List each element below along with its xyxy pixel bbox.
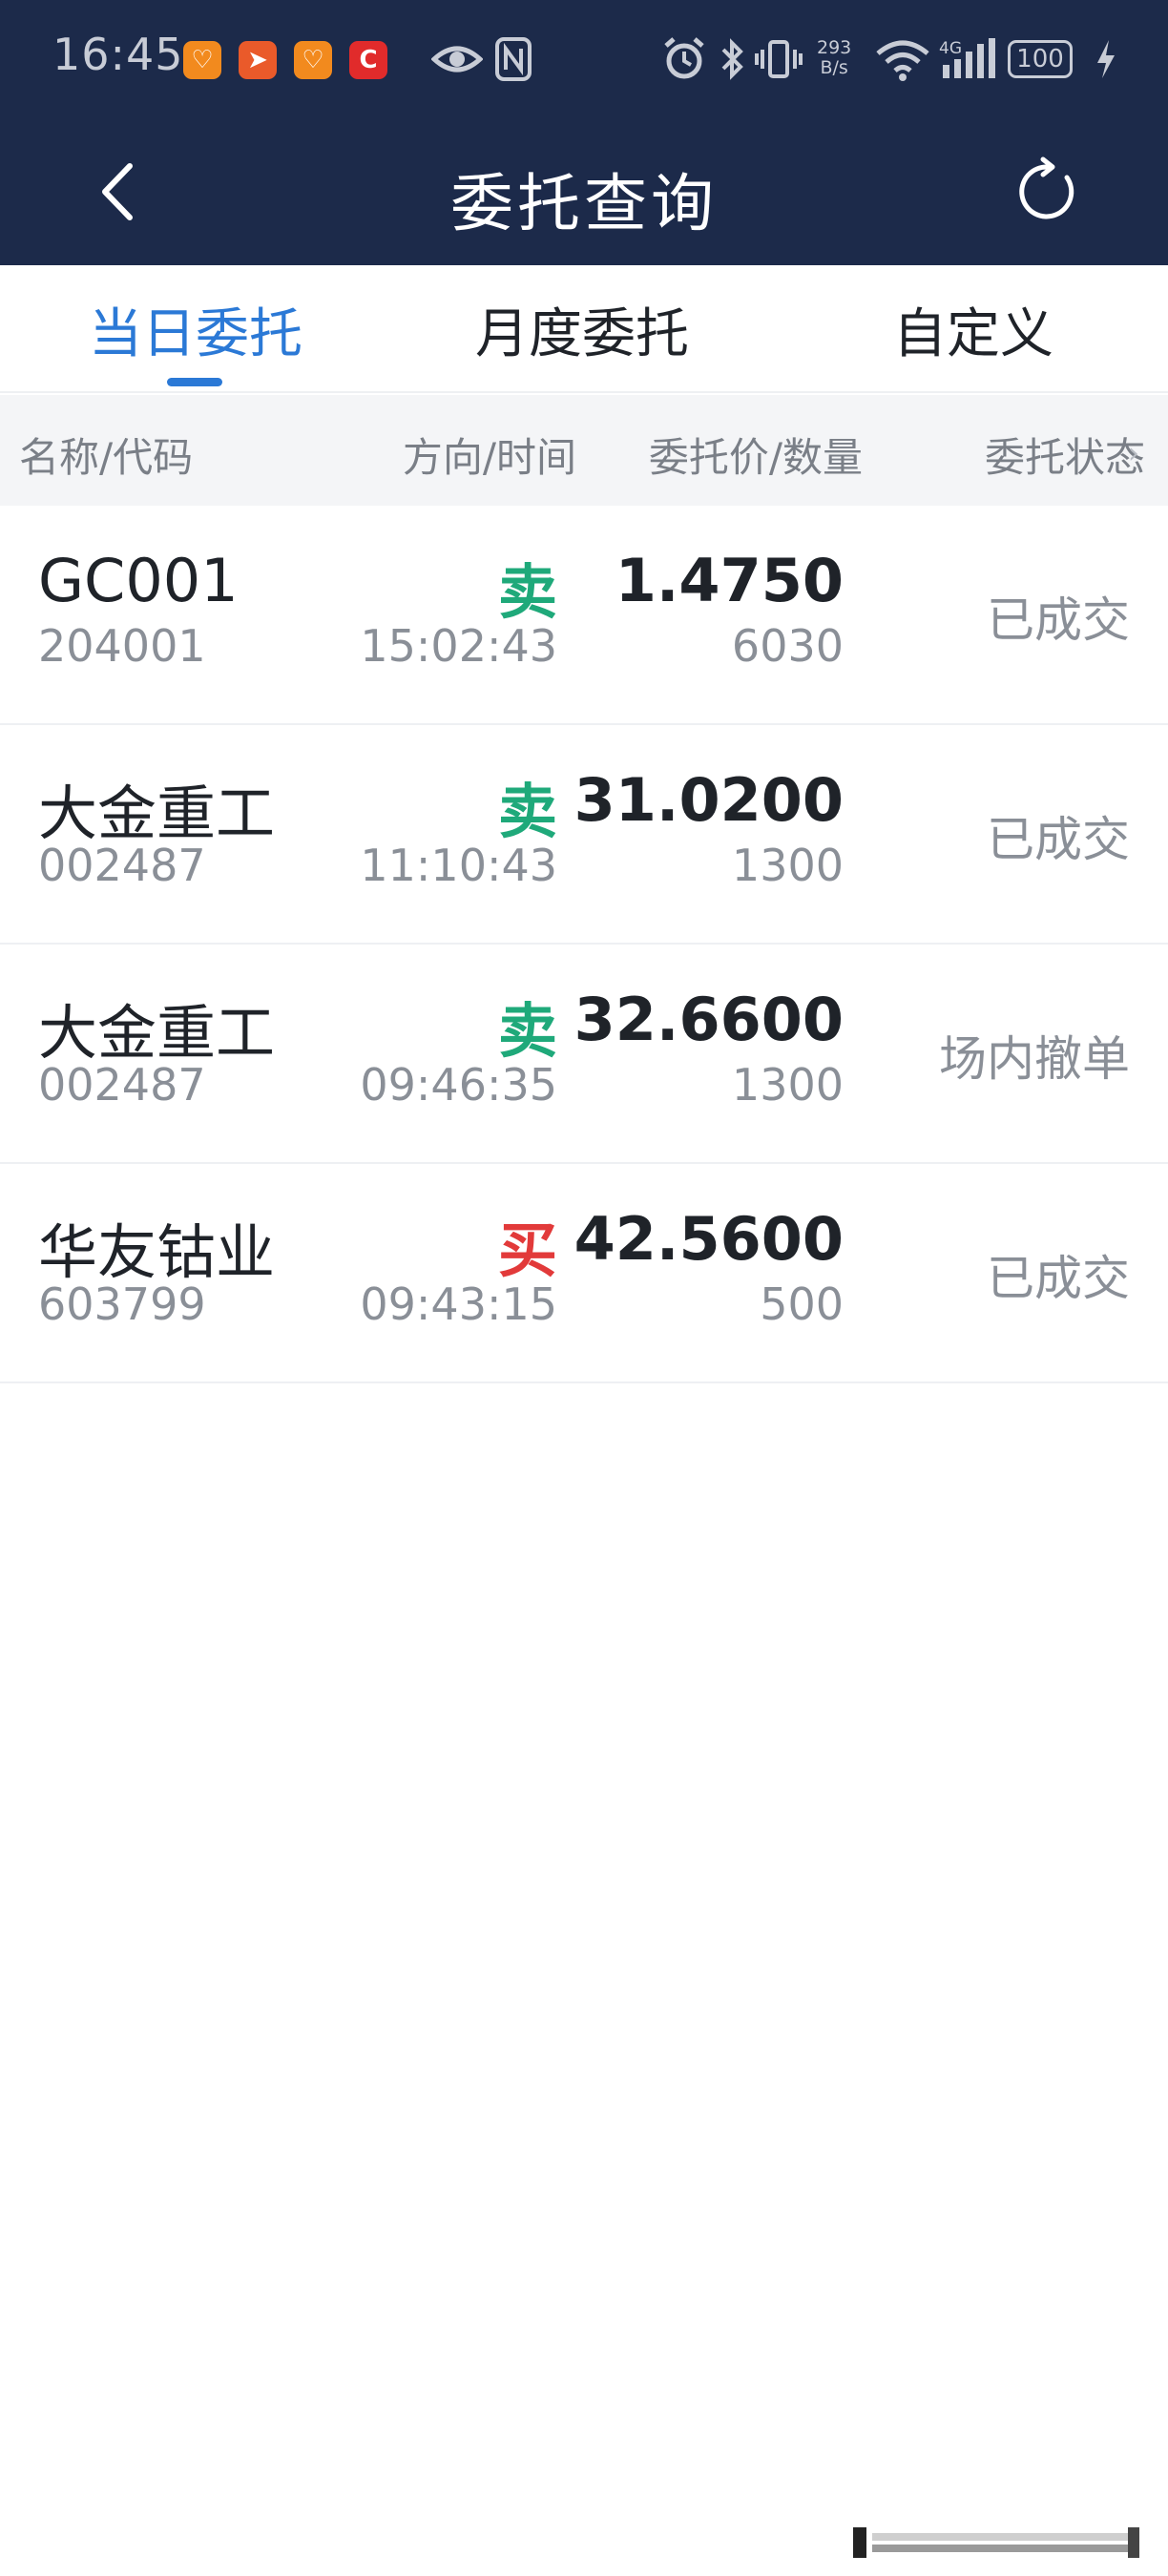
stock-name: 华友钴业 [38, 1217, 276, 1287]
stock-name: 大金重工 [38, 779, 276, 848]
status-bar: 16:45 ♡ ➤ ♡ C 293 B/s 4G 100 [0, 0, 1168, 118]
order-status: 已成交 [987, 812, 1130, 867]
nfc-icon [495, 37, 532, 81]
watermark-logo-icon [853, 2527, 1139, 2558]
order-time: 09:43:15 [360, 1278, 557, 1330]
active-tab-indicator [167, 378, 222, 386]
order-quantity: 1300 [731, 1059, 844, 1111]
order-list: GC001 204001 卖 15:02:43 1.4750 6030 已成交 … [0, 506, 1168, 1383]
bluetooth-icon [721, 38, 743, 80]
table-header: 名称/代码 方向/时间 委托价/数量 委托状态 › [0, 395, 1168, 506]
wifi-icon [876, 40, 929, 81]
order-time: 11:10:43 [360, 840, 557, 891]
stock-code: 603799 [38, 1278, 206, 1330]
refresh-icon[interactable] [1012, 156, 1082, 227]
eye-icon [431, 46, 483, 73]
tab-bar: 当日委托 月度委托 自定义 [0, 265, 1168, 393]
stock-code: 002487 [38, 840, 206, 891]
app-orange-heart-icon: ♡ [183, 41, 221, 79]
column-name-code: 名称/代码 [19, 434, 194, 481]
stock-name: GC001 [38, 546, 239, 615]
table-row[interactable]: 大金重工 002487 卖 09:46:35 32.6600 1300 场内撤单 [0, 945, 1168, 1164]
order-price: 31.0200 [574, 765, 844, 835]
tab-custom[interactable]: 自定义 [840, 265, 1107, 393]
order-query-screen: 16:45 ♡ ➤ ♡ C 293 B/s 4G 100 委托查询 当日委托 月… [0, 0, 1168, 2576]
order-price: 32.6600 [574, 985, 844, 1054]
column-direction-time: 方向/时间 [402, 434, 576, 481]
stock-name: 大金重工 [38, 998, 276, 1068]
battery-indicator: 100 [1008, 40, 1073, 78]
nav-bar: 委托查询 [0, 118, 1168, 265]
order-quantity: 500 [760, 1278, 844, 1330]
app-orange-heart-icon-2: ♡ [294, 41, 332, 79]
order-direction: 买 [497, 1215, 557, 1285]
column-price-quantity: 委托价/数量 [648, 434, 863, 481]
app-red-c-icon: C [349, 41, 387, 79]
order-quantity: 6030 [731, 620, 844, 672]
order-time: 09:46:35 [360, 1059, 557, 1111]
order-price: 1.4750 [615, 546, 844, 615]
svg-text:4G: 4G [939, 39, 962, 58]
header: 16:45 ♡ ➤ ♡ C 293 B/s 4G 100 委托查询 [0, 0, 1168, 265]
order-price: 42.5600 [574, 1204, 844, 1274]
order-direction: 卖 [497, 557, 557, 627]
page-title: 委托查询 [450, 167, 718, 240]
column-status: 委托状态 [984, 434, 1145, 481]
tab-monthly-orders[interactable]: 月度委托 [444, 265, 720, 393]
order-status: 已成交 [987, 1251, 1130, 1306]
table-row[interactable]: 华友钴业 603799 买 09:43:15 42.5600 500 已成交 [0, 1164, 1168, 1383]
order-status: 已成交 [987, 592, 1130, 648]
stock-code: 002487 [38, 1059, 206, 1111]
tab-today-orders[interactable]: 当日委托 [57, 265, 334, 393]
status-time: 16:45 [52, 29, 184, 80]
network-speed: 293 B/s [817, 37, 852, 78]
stock-code: 204001 [38, 620, 206, 672]
order-quantity: 1300 [731, 840, 844, 891]
charging-icon [1097, 40, 1115, 78]
table-row[interactable]: 大金重工 002487 卖 11:10:43 31.0200 1300 已成交 [0, 725, 1168, 945]
order-direction: 卖 [497, 777, 557, 846]
order-time: 15:02:43 [360, 620, 557, 672]
vibrate-icon [755, 40, 803, 78]
table-row[interactable]: GC001 204001 卖 15:02:43 1.4750 6030 已成交 [0, 506, 1168, 725]
order-direction: 卖 [497, 996, 557, 1066]
order-status: 场内撤单 [939, 1031, 1130, 1087]
cell-signal-icon: 4G [939, 38, 995, 78]
app-red-send-icon: ➤ [239, 41, 277, 79]
alarm-icon [664, 37, 704, 79]
scroll-right-icon: › [1128, 437, 1139, 470]
